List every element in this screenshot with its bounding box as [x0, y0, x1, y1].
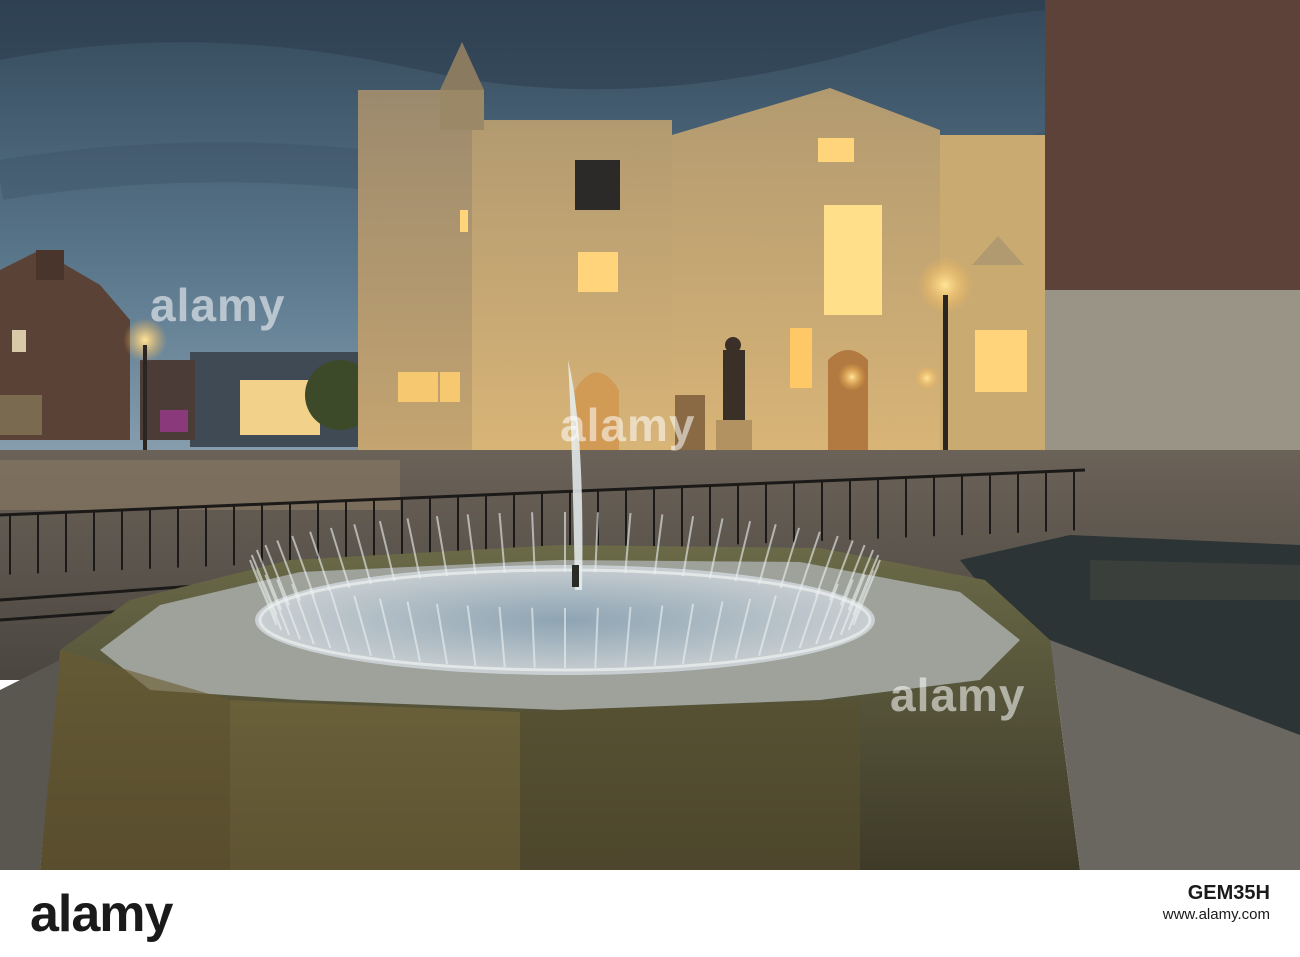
footer-url: www.alamy.com [1162, 906, 1270, 923]
image-id: GEM35H [1187, 882, 1270, 904]
footer-logo: alamy [30, 885, 173, 943]
footer-bar: alamy GEM35H www.alamy.com [0, 870, 1300, 957]
photo-scene [0, 0, 1300, 870]
